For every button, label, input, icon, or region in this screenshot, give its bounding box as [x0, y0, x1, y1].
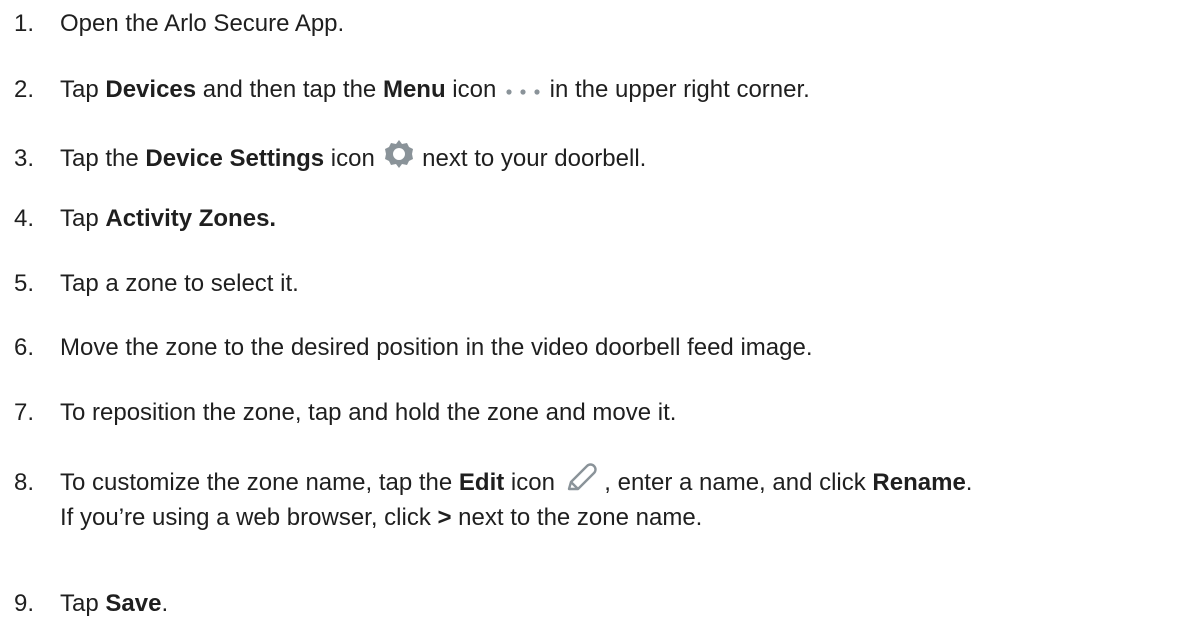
step-number: 7.	[14, 399, 35, 426]
devices-label: Devices	[105, 76, 197, 103]
step-number: 1.	[14, 10, 35, 37]
step-text: icon	[504, 468, 562, 496]
save-label: Save	[105, 590, 162, 617]
step-number: 3.	[14, 144, 35, 172]
step-number: 6.	[14, 334, 35, 361]
step-text: Tap	[60, 205, 106, 232]
step-number: 8.	[14, 468, 35, 496]
step-text: next to the zone name.	[451, 504, 703, 531]
more-dots-icon	[503, 73, 543, 109]
edit-label: Edit	[458, 468, 505, 496]
gear-icon	[382, 137, 416, 182]
step-text: If you’re using a web browser, click	[60, 504, 438, 531]
step-text: , enter a name, and click	[597, 468, 873, 496]
step-text: .	[965, 468, 973, 496]
step-text: Tap the	[60, 144, 146, 172]
chevron-label: >	[437, 504, 452, 531]
step-number: 2.	[14, 76, 35, 103]
step-text: .	[161, 590, 169, 617]
activity-zones-label: Activity Zones.	[105, 205, 277, 232]
step-number: 4.	[14, 205, 35, 232]
step-text: and then tap the	[196, 76, 383, 103]
step-text: next to your doorbell.	[415, 144, 647, 172]
step-9: 9. Tap Save.	[14, 586, 168, 622]
rename-label: Rename	[872, 468, 966, 496]
step-text: Tap	[60, 76, 106, 103]
step-text: icon	[324, 144, 382, 172]
step-number: 9.	[14, 590, 35, 617]
step-text: Move the zone to the desired position in…	[60, 334, 813, 361]
menu-label: Menu	[382, 76, 446, 103]
step-6: 6. Move the zone to the desired position …	[14, 330, 812, 366]
step-4: 4. Tap Activity Zones.	[14, 201, 276, 237]
device-settings-label: Device Settings	[145, 144, 325, 172]
step-text: Tap a zone to select it.	[60, 270, 299, 297]
step-text: To reposition the zone, tap and hold the…	[60, 399, 677, 426]
step-8-continuation: If you’re using a web browser, click > n…	[60, 500, 702, 536]
step-number: 5.	[14, 270, 35, 297]
step-text: icon	[445, 76, 503, 103]
step-1: 1. Open the Arlo Secure App.	[14, 6, 344, 42]
step-3: 3. Tap the Device Settings icon next to y…	[14, 137, 646, 182]
step-7: 7. To reposition the zone, tap and hold t…	[14, 395, 676, 431]
step-2: 2. Tap Devices and then tap the Menu icon…	[14, 72, 810, 109]
step-text: in the upper right corner.	[543, 76, 810, 103]
step-text: Open the Arlo Secure App.	[60, 10, 345, 37]
step-5: 5. Tap a zone to select it.	[14, 266, 299, 302]
instruction-list: 1. Open the Arlo Secure App. 2. Tap Device…	[0, 0, 1186, 628]
step-text: To customize the zone name, tap the	[60, 468, 459, 496]
step-text: Tap	[60, 590, 106, 617]
